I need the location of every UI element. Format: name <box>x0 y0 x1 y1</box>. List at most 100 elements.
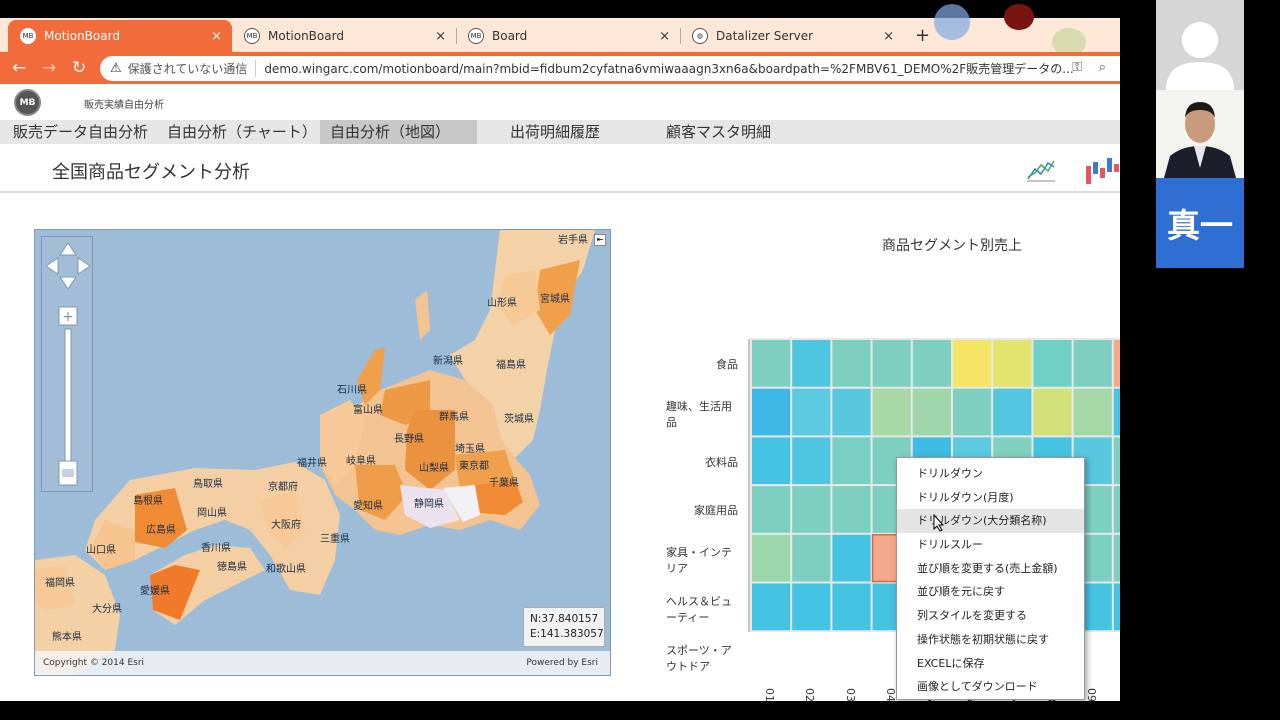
menu-item-drilldown-category[interactable]: ドリルダウン(大分類名称) <box>897 509 1084 534</box>
pref-label: 東京都 <box>459 461 489 472</box>
heatmap-cell[interactable] <box>752 486 791 533</box>
heatmap-cell[interactable] <box>1073 388 1112 436</box>
heatmap-cell[interactable] <box>1113 583 1120 631</box>
heatmap-cell[interactable] <box>832 583 871 631</box>
pref-label: 山口県 <box>86 545 116 556</box>
heatmap-cell[interactable] <box>832 437 871 485</box>
heatmap-cell[interactable] <box>993 340 1032 387</box>
heatmap-cell[interactable] <box>792 437 831 485</box>
heatmap-cell[interactable] <box>792 534 831 582</box>
heatmap-cell[interactable] <box>832 388 871 436</box>
back-arrow-icon[interactable]: ← <box>12 58 26 78</box>
menu-item-drillthrough[interactable]: ドリルスルー <box>897 533 1084 557</box>
participant-name-tile[interactable]: 真一 <box>1156 178 1244 268</box>
close-tab-icon[interactable]: × <box>211 29 222 44</box>
heatmap-cell[interactable] <box>752 437 791 485</box>
browser-tab-motionboard[interactable]: MB MotionBoard × <box>232 20 456 52</box>
forward-arrow-icon[interactable]: → <box>42 58 56 78</box>
pref-label: 大分県 <box>92 604 122 615</box>
tab-label: Datalizer Server <box>716 29 814 43</box>
menu-item-download-image[interactable]: 画像としてダウンロード <box>897 675 1084 699</box>
pref-label: 香川県 <box>201 543 231 554</box>
url-text[interactable]: demo.wingarc.com/motionboard/main?mbid=f… <box>264 60 1073 77</box>
heatmap-cell[interactable] <box>1033 340 1072 387</box>
close-tab-icon[interactable]: × <box>659 29 670 44</box>
video-call-panel: 真一 <box>1120 0 1280 268</box>
browser-tab-datalizer[interactable]: ◍ Datalizer Server × <box>680 20 904 52</box>
browser-toolbar: ← → ↻ ⚠ 保護されていない通信 demo.wingarc.com/moti… <box>0 52 1120 84</box>
pref-label: 京都府 <box>268 482 298 493</box>
menu-item-change-column-style[interactable]: 列スタイルを変更する <box>897 604 1084 628</box>
tab-label: MotionBoard <box>268 29 344 43</box>
column-label: 03月 <box>843 687 857 701</box>
heatmap-cell[interactable] <box>792 340 831 387</box>
heatmap-cell[interactable] <box>752 340 791 387</box>
pref-label: 愛媛県 <box>140 586 170 597</box>
browser-tab-motionboard-active[interactable]: MB MotionBoard × <box>8 20 232 52</box>
heatmap-cell[interactable] <box>792 486 831 533</box>
security-status[interactable]: 保護されていない通信 <box>128 60 257 77</box>
pref-label: 広島県 <box>146 525 176 536</box>
menu-tab-chart-analysis[interactable]: 自由分析（チャート） <box>157 120 327 144</box>
heatmap-cell[interactable] <box>792 583 831 631</box>
heatmap-cell[interactable] <box>872 388 911 436</box>
heatmap-cell[interactable] <box>1113 340 1120 387</box>
heatmap-cell[interactable] <box>1113 388 1120 436</box>
heatmap-cell[interactable] <box>1113 534 1120 582</box>
board-name: 販売実績自由分析 <box>84 100 164 111</box>
bar-chart-icon[interactable] <box>1084 154 1120 186</box>
copyright-text: Copyright © 2014 Esri <box>43 658 145 668</box>
pan-zoom-icons[interactable]: + <box>42 237 94 493</box>
heatmap-cell[interactable] <box>1033 388 1072 436</box>
participant-avatar-tile[interactable] <box>1156 0 1244 90</box>
close-tab-icon[interactable]: × <box>435 29 446 44</box>
heatmap-cell[interactable] <box>953 388 992 436</box>
key-and-zoom-icons[interactable]: ⚿ ⌕ <box>1072 60 1106 75</box>
tab-label: MotionBoard <box>44 29 120 43</box>
close-tab-icon[interactable]: × <box>883 29 894 44</box>
heatmap-cell[interactable] <box>792 388 831 436</box>
menu-item-reset-sort[interactable]: 並び順を元に戻す <box>897 580 1084 604</box>
japan-map[interactable]: + ⇤ 岩手県 山形県 宮城県 新潟県 福島県 石川県 富山県 群馬県 茨城県 … <box>34 229 611 676</box>
menu-tab-map-analysis[interactable]: 自由分析（地図） <box>320 120 477 144</box>
heatmap-cell[interactable] <box>832 340 871 387</box>
menu-tab-sales-analysis[interactable]: 販売データ自由分析 <box>3 120 158 144</box>
heatmap-cell[interactable] <box>912 388 951 436</box>
menu-item-save-excel[interactable]: EXCELに保存 <box>897 652 1084 676</box>
pref-label: 岐阜県 <box>346 456 376 467</box>
menu-tab-shipping-history[interactable]: 出荷明細履歴 <box>500 120 610 144</box>
menu-tab-customer-master[interactable]: 顧客マスタ明細 <box>656 120 781 144</box>
browser-tab-board[interactable]: MB Board × <box>456 20 680 52</box>
menu-item-drilldown-month[interactable]: ドリルダウン(月度) <box>897 486 1084 510</box>
heatmap-cell[interactable] <box>752 388 791 436</box>
new-tab-button[interactable]: + <box>915 25 930 46</box>
pref-label: 岩手県 <box>558 235 588 246</box>
heatmap-cell[interactable] <box>872 340 911 387</box>
participant-camera-tile[interactable] <box>1156 90 1244 178</box>
heatmap-cell[interactable] <box>1073 340 1112 387</box>
menu-item-reset-state[interactable]: 操作状態を初期状態に戻す <box>897 628 1084 652</box>
heatmap-cell[interactable] <box>993 388 1032 436</box>
pref-label: 徳島県 <box>217 562 247 573</box>
heatmap-cell[interactable] <box>1113 437 1120 485</box>
map-navigation-control: + <box>41 236 93 492</box>
pref-label: 群馬県 <box>439 412 469 423</box>
heatmap-cell[interactable] <box>912 340 951 387</box>
heatmap-cell[interactable] <box>752 583 791 631</box>
row-label: 食品 <box>716 358 738 372</box>
address-bar[interactable]: ⚠ 保護されていない通信 demo.wingarc.com/motionboar… <box>100 56 1120 81</box>
heatmap-cell[interactable] <box>832 534 871 582</box>
menu-item-sort-by-sales[interactable]: 並び順を変更する(売上金額) <box>897 557 1084 581</box>
user-avatar-icon <box>1156 0 1244 90</box>
powered-by-text[interactable]: Powered by Esri <box>526 658 598 668</box>
menu-item-drilldown[interactable]: ドリルダウン <box>897 462 1084 486</box>
line-chart-icon[interactable] <box>1026 157 1056 183</box>
heatmap-cell[interactable] <box>953 340 992 387</box>
expand-icon[interactable]: ⇤ <box>594 234 606 246</box>
heatmap-cell[interactable] <box>832 486 871 533</box>
heatmap-cell[interactable] <box>752 534 791 582</box>
bottom-bar <box>0 701 1280 720</box>
reload-icon[interactable]: ↻ <box>72 58 86 78</box>
pref-label: 石川県 <box>337 385 367 396</box>
heatmap-cell[interactable] <box>1113 486 1120 533</box>
